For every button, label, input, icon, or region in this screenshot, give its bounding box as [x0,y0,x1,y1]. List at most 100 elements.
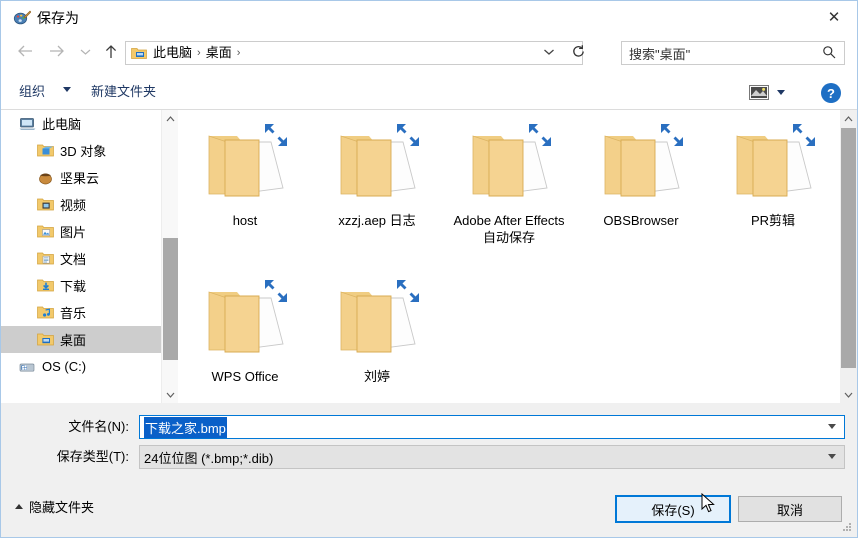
music-icon [37,305,54,320]
filename-value: 下载之家.bmp [144,416,227,438]
filename-input[interactable]: 下载之家.bmp [139,415,845,439]
folder-icon [329,276,425,364]
up-one-level-button[interactable] [99,42,123,64]
filetype-label: 保存类型(T): [56,449,129,464]
sync-arrows-icon [393,276,423,306]
filename-row: 文件名(N): 下载之家.bmp [1,415,857,439]
view-mode-icon[interactable] [749,85,769,100]
close-button[interactable]: ✕ [811,1,857,33]
folder-icon [593,120,689,208]
sync-arrows-icon [393,120,423,150]
chevron-up-icon[interactable] [162,110,179,127]
sidebar-item-0[interactable]: 此电脑 [1,110,161,137]
search-placeholder: 搜索"桌面" [629,46,691,62]
file-item-label: PR剪辑 [750,213,796,228]
folder-icon [461,120,557,208]
new-folder-button[interactable]: 新建文件夹 [87,81,160,102]
file-list-pane[interactable]: host xzzj.aep 日志 Adobe After Effects 自动保存 O… [179,110,841,403]
sidebar-item-label: 视频 [60,198,87,213]
file-item[interactable]: WPS Office [179,270,311,403]
file-fields: 文件名(N): 下载之家.bmp 保存类型(T): 24位位图 (*.bmp;*… [1,403,857,479]
file-item[interactable]: host [179,114,311,270]
close-icon: ✕ [827,7,841,26]
chevron-down-icon[interactable] [840,386,857,403]
file-list-scroll-thumb[interactable] [841,128,856,368]
breadcrumb-separator-icon: › [197,47,201,59]
file-list-scrollbar[interactable] [840,110,857,403]
back-button[interactable] [13,42,37,64]
filename-dropdown-icon[interactable] [828,424,836,429]
sync-arrows-icon [261,120,291,150]
address-dropdown-icon[interactable] [542,47,556,61]
sync-arrows-icon [261,276,291,306]
file-item[interactable]: Adobe After Effects 自动保存 [443,114,575,270]
file-item[interactable]: OBSBrowser [575,114,707,270]
sidebar-item-label: 此电脑 [42,117,82,132]
forward-button[interactable] [44,42,68,64]
sidebar-item-1[interactable]: 3D 对象 [1,137,161,164]
file-item-label: Adobe After Effects 自动保存 [453,213,565,245]
sidebar-item-label: 图片 [60,225,87,240]
sidebar-item-label: OS (C:) [42,359,87,374]
caret-down-icon [63,87,71,92]
chevron-down-icon [80,48,91,59]
sidebar-scrollbar[interactable] [161,110,178,403]
drive-icon [19,359,36,374]
command-bar: 组织 新建文件夹 ? [1,72,857,110]
file-item-label: host [232,213,258,228]
recent-locations-button[interactable] [73,42,97,64]
videos-icon [37,197,54,212]
this-pc-icon [19,116,36,131]
title-bar: 保存为 ✕ [1,1,857,34]
folder-icon [329,120,425,208]
sync-arrows-icon [525,120,555,150]
help-icon[interactable]: ? [821,83,841,103]
refresh-button[interactable] [567,42,589,64]
sidebar-item-label: 下载 [60,279,87,294]
cancel-button[interactable]: 取消 [738,496,842,522]
sync-arrows-icon [789,120,819,150]
save-button[interactable]: 保存(S) [615,495,731,523]
chevron-down-icon[interactable] [162,386,179,403]
sidebar-item-8[interactable]: 桌面 [1,326,161,353]
file-item-label: xzzj.aep 日志 [338,213,416,228]
sidebar-item-5[interactable]: 文档 [1,245,161,272]
arrow-up-icon [104,44,118,63]
desktop-icon [37,332,54,347]
hide-folders-button[interactable]: 隐藏文件夹 [29,499,94,517]
view-mode-caret-icon[interactable] [777,90,785,95]
window-title: 保存为 [37,10,79,26]
arrow-left-icon [17,44,34,62]
dialog-body: 此电脑 3D 对象坚果云视频图片文档下载音乐 桌面 OS (C:) host xzzj.… [1,110,857,403]
file-item-label: OBSBrowser [603,213,679,228]
sidebar-item-label: 3D 对象 [60,144,107,159]
search-input[interactable]: 搜索"桌面" [621,41,845,65]
sidebar-item-9[interactable]: OS (C:) [1,353,161,380]
arrow-right-icon [48,44,65,62]
filetype-select[interactable]: 24位位图 (*.bmp;*.dib) [139,445,845,469]
file-item[interactable]: 刘婷 [311,270,443,403]
breadcrumb-item-0[interactable]: 此电脑 [150,42,195,64]
folder-icon [725,120,821,208]
sidebar-item-6[interactable]: 下载 [1,272,161,299]
caret-up-icon[interactable] [15,504,23,509]
organize-button[interactable]: 组织 [15,81,49,102]
search-icon [822,45,836,62]
file-item[interactable]: PR剪辑 [707,114,839,270]
sidebar-item-2[interactable]: 坚果云 [1,164,161,191]
downloads-icon [37,278,54,293]
sidebar-item-4[interactable]: 图片 [1,218,161,245]
filename-label: 文件名(N): [68,419,129,434]
filetype-dropdown-icon[interactable] [828,454,836,459]
sidebar-item-3[interactable]: 视频 [1,191,161,218]
breadcrumb-item-1[interactable]: 桌面 [203,42,235,64]
sidebar-scroll-thumb[interactable] [163,238,178,360]
address-bar[interactable]: 此电脑 › 桌面 › [125,41,583,65]
desktop-folder-icon [131,46,147,60]
resize-grip-icon[interactable] [841,521,853,533]
chevron-up-icon[interactable] [840,110,857,127]
file-item[interactable]: xzzj.aep 日志 [311,114,443,270]
refresh-icon [571,44,586,62]
sidebar-item-7[interactable]: 音乐 [1,299,161,326]
file-item-label: 刘婷 [363,369,390,384]
